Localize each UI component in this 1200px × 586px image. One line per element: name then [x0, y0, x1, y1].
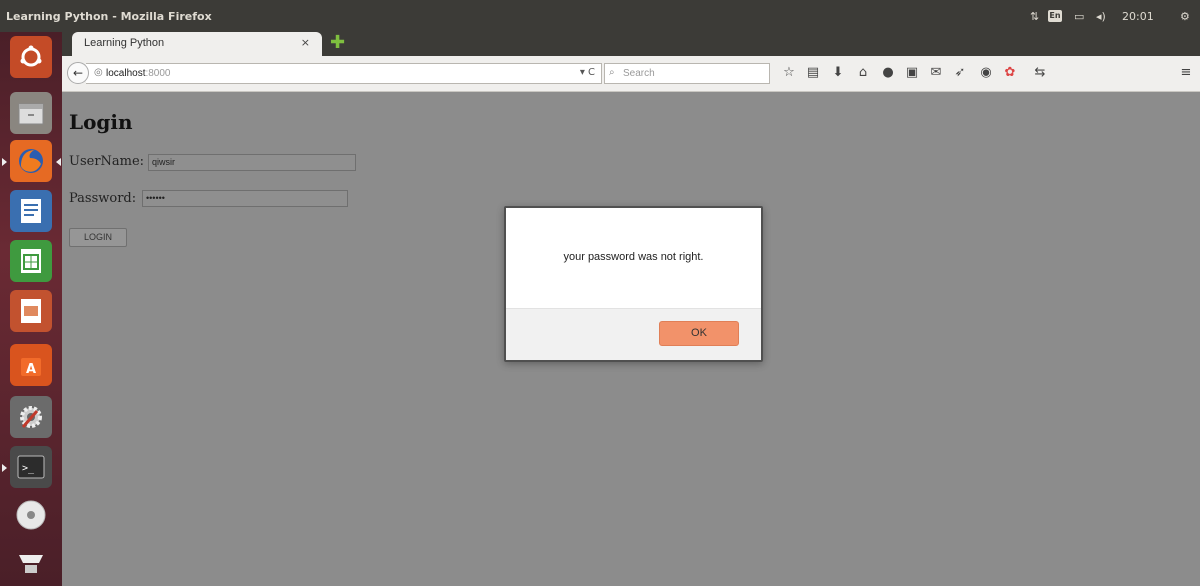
nav-bar: ◎ localhost:8000 ▾ C ← ⌕ Search ☆ ▤ ⬇ ⌂ … — [62, 56, 1200, 92]
search-bar[interactable]: ⌕ Search — [604, 63, 770, 84]
username-label: UserName: — [69, 154, 145, 169]
shield-icon[interactable]: ◉ — [978, 65, 994, 81]
send-icon[interactable]: ➶ — [952, 65, 968, 81]
reload-icon[interactable]: ▾ C — [580, 67, 595, 78]
active-indicator — [56, 158, 61, 166]
firefox-icon[interactable] — [10, 140, 52, 182]
reading-list-icon[interactable]: ▤ — [805, 65, 821, 81]
home-icon[interactable]: ⌂ — [855, 65, 871, 81]
volume-icon[interactable]: ◂) — [1096, 10, 1106, 23]
window-title: Learning Python - Mozilla Firefox — [6, 10, 212, 23]
running-indicator — [2, 158, 7, 166]
tab-learning-python[interactable]: Learning Python × — [72, 32, 322, 56]
password-field[interactable]: •••••• — [142, 190, 348, 207]
search-icon: ⌕ — [609, 67, 615, 78]
ubuntu-dash-icon[interactable] — [10, 36, 52, 78]
url-text[interactable]: localhost:8000 — [106, 68, 171, 79]
dialog-message: your password was not right. — [563, 251, 704, 263]
svg-text:A: A — [26, 362, 36, 377]
password-label: Password: — [69, 191, 137, 206]
page-title: Login — [69, 110, 133, 134]
dialog-body: your password was not right. — [506, 208, 761, 308]
chat-icon[interactable]: ● — [880, 65, 896, 81]
close-tab-icon[interactable]: × — [301, 36, 310, 49]
disc-icon[interactable] — [10, 494, 52, 536]
new-tab-icon[interactable]: ✚ — [330, 34, 345, 52]
battery-icon[interactable]: ▭ — [1074, 10, 1084, 23]
sync-icon[interactable]: ⇆ — [1032, 65, 1048, 81]
download-icon[interactable]: ⬇ — [830, 65, 846, 81]
keyboard-icon[interactable]: En — [1048, 10, 1062, 22]
svg-text:>_: >_ — [22, 463, 35, 474]
search-placeholder: Search — [623, 68, 655, 79]
system-settings-icon[interactable] — [10, 396, 52, 438]
network-icon[interactable]: ⇅ — [1030, 10, 1039, 23]
writer-icon[interactable] — [10, 190, 52, 232]
login-button[interactable]: LOGIN — [69, 228, 127, 247]
addon-icon[interactable]: ✿ — [1002, 65, 1018, 81]
bookmark-star-icon[interactable]: ☆ — [781, 65, 797, 81]
alert-dialog: your password was not right. OK — [504, 206, 763, 362]
tab-bar: Learning Python × ✚ — [62, 32, 1200, 56]
url-bar[interactable]: ◎ localhost:8000 ▾ C — [86, 63, 602, 84]
youtube-icon[interactable]: ▣ — [904, 65, 920, 81]
impress-icon[interactable] — [10, 290, 52, 332]
running-indicator — [2, 464, 7, 472]
clock[interactable]: 20:01 — [1122, 10, 1154, 23]
power-gear-icon[interactable]: ⚙ — [1180, 10, 1190, 23]
tab-title: Learning Python — [84, 37, 165, 49]
url-port: :8000 — [145, 68, 171, 79]
username-field[interactable]: qiwsir — [148, 154, 356, 171]
ok-button[interactable]: OK — [659, 321, 739, 346]
top-panel: Learning Python - Mozilla Firefox ⇅ En ▭… — [0, 0, 1200, 32]
launcher: A >_ — [0, 32, 62, 586]
site-identity-icon[interactable]: ◎ — [94, 67, 103, 78]
menu-icon[interactable]: ≡ — [1178, 65, 1194, 81]
terminal-icon[interactable]: >_ — [10, 446, 52, 488]
back-button[interactable]: ← — [67, 62, 89, 84]
dialog-footer: OK — [506, 308, 761, 360]
calc-icon[interactable] — [10, 240, 52, 282]
software-center-icon[interactable]: A — [10, 344, 52, 386]
drive-icon[interactable] — [10, 542, 52, 584]
speech-icon[interactable]: ✉ — [928, 65, 944, 81]
files-icon[interactable] — [10, 92, 52, 134]
url-host: localhost — [106, 68, 146, 79]
arrow-left-icon: ← — [72, 66, 84, 80]
